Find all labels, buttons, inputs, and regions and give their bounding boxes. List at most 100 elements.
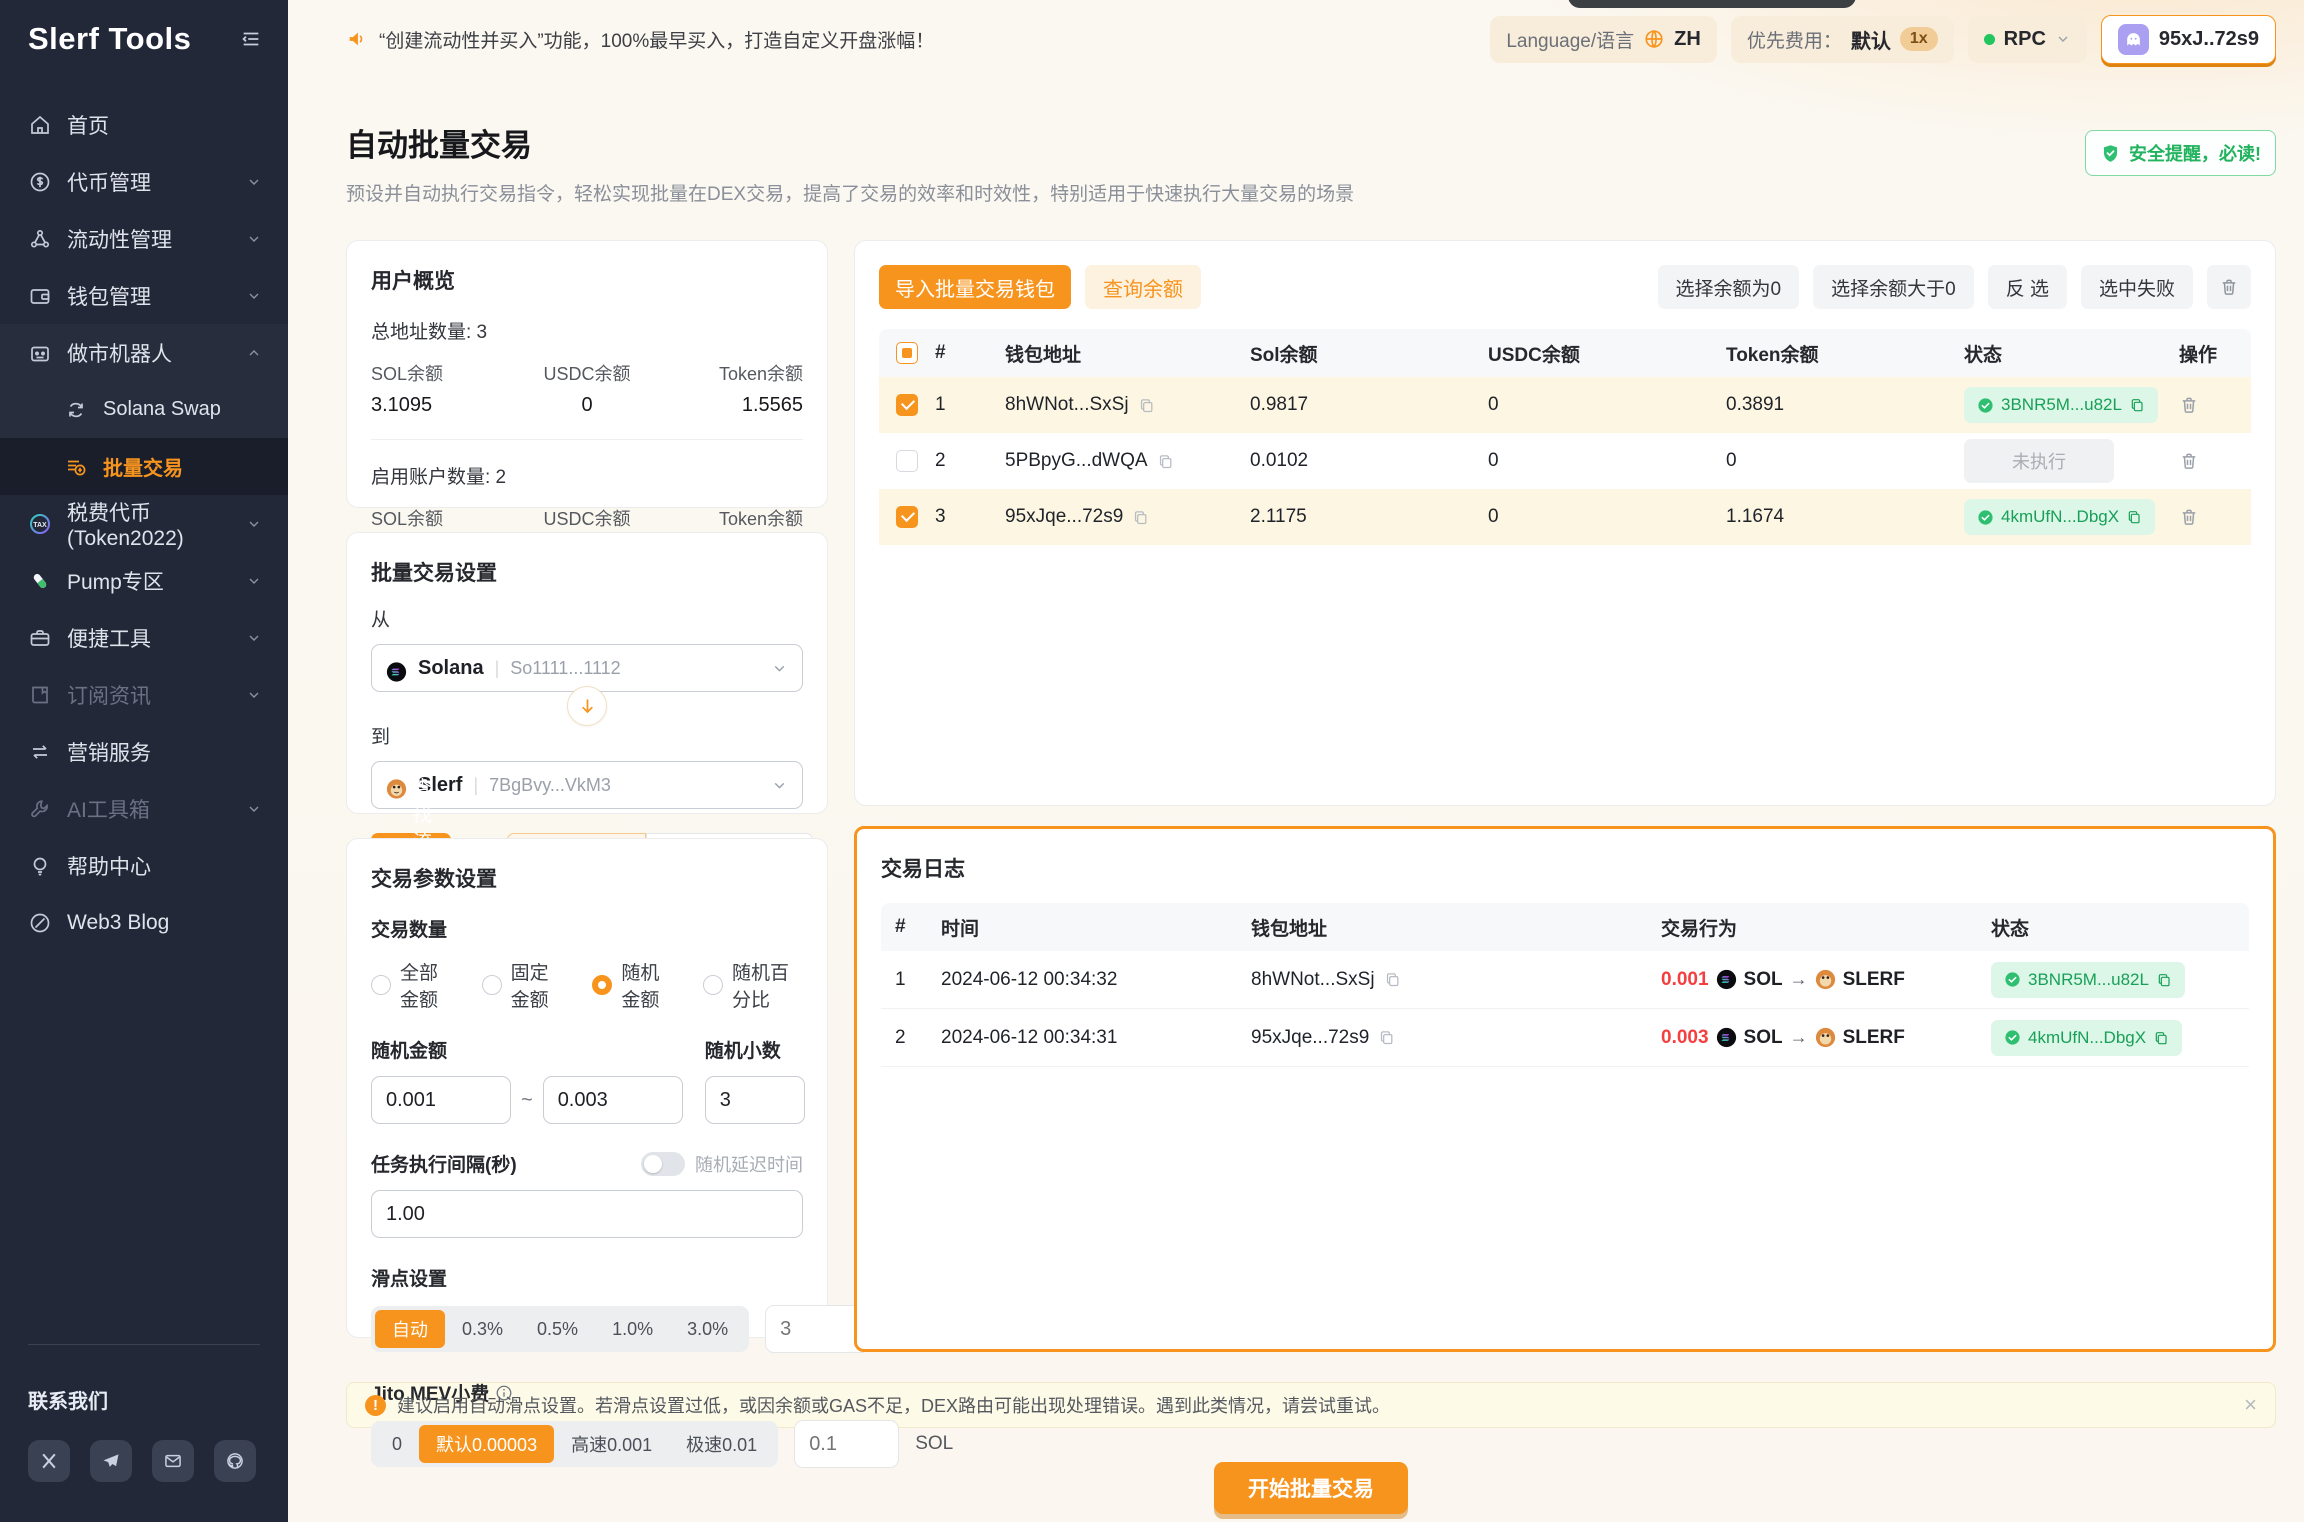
tx-status-badge[interactable]: 4kmUfN...DbgX (1991, 1020, 2182, 1056)
copy-icon[interactable] (2156, 972, 2172, 988)
jito-turbo[interactable]: 极速0.01 (669, 1425, 774, 1463)
random-decimals-input[interactable] (705, 1076, 805, 1124)
sidebar-item-token2022[interactable]: TAX 税费代币(Token2022) (0, 495, 288, 552)
tx-status-badge[interactable]: 3BNR5M...u82L (1964, 387, 2158, 423)
lightbulb-icon (28, 854, 52, 878)
safety-notice-badge[interactable]: 安全提醒，必读! (2085, 130, 2276, 176)
github-icon[interactable] (214, 1440, 256, 1482)
radio-fixed-amount[interactable]: 固定金额 (482, 958, 567, 1012)
twitter-x-icon[interactable] (28, 1440, 70, 1482)
random-min-input[interactable] (371, 1076, 511, 1124)
select-zero-balance-button[interactable]: 选择余额为0 (1658, 265, 1800, 309)
jito-fast[interactable]: 高速0.001 (554, 1425, 669, 1463)
sidebar-item-marketing[interactable]: 营销服务 (0, 723, 288, 780)
sidebar-item-pump-zone[interactable]: Pump专区 (0, 552, 288, 609)
from-token-select[interactable]: Solana | So1111...1112 (371, 644, 803, 692)
random-max-input[interactable] (543, 1076, 683, 1124)
sidebar-item-wallet-mgmt[interactable]: 钱包管理 (0, 267, 288, 324)
wallet-icon (28, 284, 52, 308)
sidebar-item-help-center[interactable]: 帮助中心 (0, 837, 288, 894)
sidebar-item-home[interactable]: 首页 (0, 96, 288, 153)
sidebar-item-liquidity-mgmt[interactable]: 流动性管理 (0, 210, 288, 267)
topbar: “创建流动性并买入”功能，100%最早买入，打造自定义开盘涨幅！ Languag… (288, 0, 2304, 78)
delete-row-icon[interactable] (2179, 395, 2251, 415)
row-checkbox[interactable] (896, 394, 918, 416)
jito-default[interactable]: 默认0.00003 (419, 1425, 554, 1463)
radio-all-amount[interactable]: 全部金额 (371, 958, 456, 1012)
random-decimals-label: 随机小数 (705, 1036, 805, 1063)
log-row-1: 1 2024-06-12 00:34:32 8hWNot...SxSj 0.00… (881, 951, 2249, 1009)
sidebar-item-news[interactable]: 订阅资讯 (0, 666, 288, 723)
page-subtitle: 预设并自动执行交易指令，轻松实现批量在DEX交易，提高了交易的效率和时效性，特别… (346, 179, 1354, 206)
sidebar-item-market-bot[interactable]: 做市机器人 (0, 324, 288, 381)
sidebar-item-solana-swap[interactable]: Solana Swap (0, 381, 288, 438)
total-stats: SOL余额3.1095 USDC余额0 Token余额1.5565 (371, 360, 803, 417)
chevron-down-icon (2055, 31, 2071, 47)
rpc-selector[interactable]: RPC (1968, 16, 2087, 63)
shield-check-icon (2100, 143, 2121, 164)
priority-fee-selector[interactable]: 优先费用： 默认 1x (1731, 16, 1954, 63)
delete-row-icon[interactable] (2179, 507, 2251, 527)
wallet-button[interactable]: 95xJ..72s9 (2101, 15, 2276, 64)
radio-random-amount[interactable]: 随机金额 (592, 958, 677, 1012)
row-checkbox[interactable] (896, 506, 918, 528)
slippage-0.5[interactable]: 0.5% (520, 1310, 595, 1348)
slippage-label: 滑点设置 (371, 1264, 803, 1291)
to-token-select[interactable]: Slerf | 7BgBvy...VkM3 (371, 761, 803, 809)
chevron-down-icon (246, 573, 262, 589)
fee-multiplier-badge: 1x (1900, 27, 1938, 51)
delete-row-icon[interactable] (2179, 451, 2251, 471)
copy-icon[interactable] (2153, 1030, 2169, 1046)
radio-random-percent[interactable]: 随机百分比 (703, 958, 803, 1012)
content: 自动批量交易 预设并自动执行交易指令，轻松实现批量在DEX交易，提高了交易的效率… (288, 78, 2304, 1514)
copy-icon[interactable] (2126, 509, 2142, 525)
select-all-checkbox[interactable] (896, 342, 918, 364)
tx-status-badge[interactable]: 3BNR5M...u82L (1991, 962, 2185, 998)
close-icon[interactable]: × (2244, 1394, 2257, 1416)
copy-icon[interactable] (1157, 453, 1174, 470)
copy-icon[interactable] (2129, 397, 2145, 413)
select-nonzero-balance-button[interactable]: 选择余额大于0 (1813, 265, 1974, 309)
solana-icon (1716, 969, 1737, 990)
slippage-0.3[interactable]: 0.3% (445, 1310, 520, 1348)
copy-icon[interactable] (1132, 509, 1149, 526)
copy-icon[interactable] (1378, 1029, 1395, 1046)
jito-0[interactable]: 0 (375, 1425, 419, 1463)
copy-icon[interactable] (1138, 397, 1155, 414)
slippage-auto[interactable]: 自动 (375, 1310, 445, 1348)
user-overview-card: 用户概览 总地址数量: 3 SOL余额3.1095 USDC余额0 Token余… (346, 240, 828, 508)
sidebar-item-web3-blog[interactable]: Web3 Blog (0, 894, 288, 951)
slippage-1.0[interactable]: 1.0% (595, 1310, 670, 1348)
language-selector[interactable]: Language/语言 ZH (1490, 16, 1717, 63)
select-failed-button[interactable]: 选中失败 (2081, 265, 2193, 309)
logo: Slerf Tools (28, 21, 191, 57)
slerf-icon (1815, 969, 1836, 990)
sidebar-item-token-mgmt[interactable]: 代币管理 (0, 153, 288, 210)
jito-custom-input[interactable] (794, 1420, 899, 1468)
import-wallets-button[interactable]: 导入批量交易钱包 (879, 265, 1071, 309)
toolbox-icon (28, 626, 52, 650)
start-batch-trade-button[interactable]: 开始批量交易 (1214, 1462, 1408, 1514)
sidebar-item-batch-trade[interactable]: 批量交易 (0, 438, 288, 495)
interval-input[interactable] (371, 1190, 803, 1238)
phantom-wallet-icon (2118, 24, 2149, 55)
announcement: “创建流动性并买入”功能，100%最早买入，打造自定义开盘涨幅！ (346, 26, 934, 53)
sidebar-item-ai-toolbox[interactable]: AI工具箱 (0, 780, 288, 837)
sidebar-item-tools[interactable]: 便捷工具 (0, 609, 288, 666)
random-delay-toggle[interactable] (641, 1152, 685, 1176)
app: Slerf Tools 首页 代币管理 流动性管理 钱包管理 (0, 0, 2304, 1522)
top-toast (1568, 0, 1856, 8)
tx-status-badge[interactable]: 4kmUfN...DbgX (1964, 499, 2155, 535)
copy-icon[interactable] (1384, 971, 1401, 988)
delete-selected-button[interactable] (2207, 265, 2251, 309)
solana-icon (386, 658, 407, 679)
random-amount-label: 随机金额 (371, 1036, 683, 1063)
email-icon[interactable] (152, 1440, 194, 1482)
invert-selection-button[interactable]: 反 选 (1988, 265, 2067, 309)
telegram-icon[interactable] (90, 1440, 132, 1482)
swap-direction-button[interactable] (567, 686, 607, 726)
row-checkbox[interactable] (896, 450, 918, 472)
collapse-sidebar-icon[interactable] (240, 28, 262, 50)
query-balance-button[interactable]: 查询余额 (1085, 265, 1201, 309)
slippage-3.0[interactable]: 3.0% (670, 1310, 745, 1348)
